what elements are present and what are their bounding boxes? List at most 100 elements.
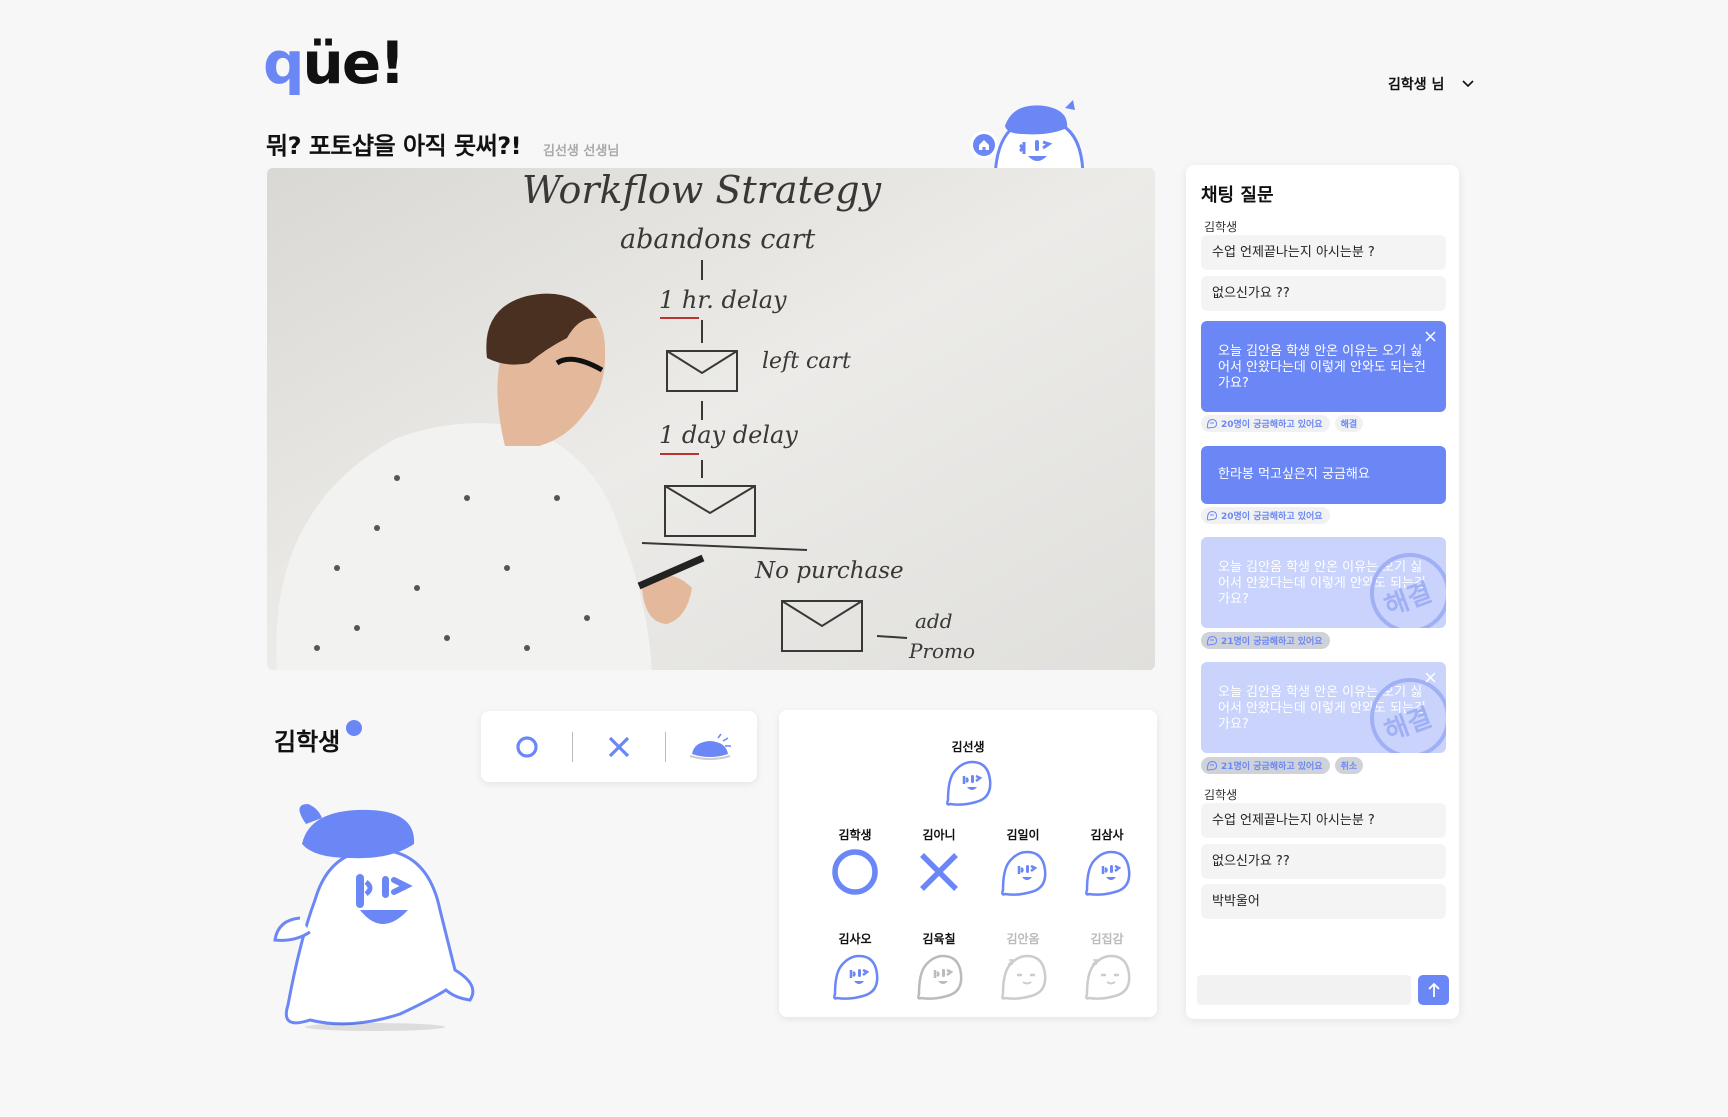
close-icon[interactable] — [1425, 672, 1436, 683]
attendance-grid: 김학생 김아니 김일이 김삼사 김사오 김육칠 김안옴 김집감 — [813, 826, 1149, 1004]
reaction-x-button[interactable] — [573, 711, 664, 782]
stamp-text: 해결 — [1381, 703, 1436, 748]
question-text: 한라봉 먹고싶은지 궁금해요 — [1218, 467, 1370, 482]
question-meta: 20명이 궁금해하고 있어요 — [1201, 507, 1330, 524]
attendance-cell: 김일이 — [981, 826, 1065, 900]
curious-count-label: 21명이 궁금해하고 있어요 — [1221, 762, 1323, 772]
lecture-video[interactable]: Workflow Strategy abandons cart 1 hr. de… — [267, 168, 1155, 670]
face-icon — [833, 954, 879, 1000]
wb-line-1: abandons cart — [620, 224, 815, 255]
attendance-panel: 김선생 김학생 김아니 김일이 김삼사 김사오 김육칠 김안옴 김집감 — [779, 710, 1157, 1017]
chat-message: 없으신가요 ?? — [1201, 276, 1446, 311]
attendance-teacher-name: 김선생 — [951, 740, 985, 754]
send-button[interactable] — [1418, 975, 1449, 1005]
ghost-icon — [1206, 760, 1218, 771]
resolve-button[interactable]: 해결 — [1334, 415, 1364, 432]
sleep-face-icon — [1085, 954, 1131, 1000]
wb-line-7: Promo — [908, 639, 975, 663]
logo-q: q — [263, 29, 305, 97]
wb-title: Workflow Strategy — [522, 168, 882, 212]
mascot-shadow — [305, 1023, 445, 1031]
attendance-cell: 김아니 — [897, 826, 981, 900]
attendance-teacher: 김선생 — [779, 738, 1157, 810]
attendance-name: 김사오 — [838, 932, 872, 946]
chat-message: 수업 언제끝나는지 아시는분 ? — [1201, 803, 1446, 838]
question-card[interactable]: 오늘 김안옴 학생 안온 이유는 오기 싫어서 안왔다는데 이렇게 안와도 되는… — [1201, 321, 1446, 412]
ghost-icon — [1206, 635, 1218, 646]
wb-line-2: 1 hr. delay — [659, 286, 787, 314]
question-text: 오늘 김안옴 학생 안온 이유는 오기 싫어서 안왔다는데 이렇게 안와도 되는… — [1218, 344, 1426, 391]
attendance-cell: 김안옴 — [981, 930, 1065, 1004]
user-menu[interactable]: 김학생 님 — [1388, 74, 1474, 94]
video-frame: Workflow Strategy abandons cart 1 hr. de… — [267, 168, 1155, 670]
chat-sender: 김학생 — [1204, 220, 1238, 234]
wb-line-6: add — [915, 609, 953, 633]
wb-line-5: No purchase — [754, 558, 904, 584]
home-icon — [979, 140, 989, 150]
wb-line-4: 1 day delay — [659, 421, 798, 449]
curious-count-button[interactable]: 21명이 궁금해하고 있어요 — [1201, 632, 1330, 649]
sleep-face-icon — [1001, 954, 1047, 1000]
question-meta: 20명이 궁금해하고 있어요 해결 — [1201, 415, 1364, 432]
resolved-stamp-icon: 해결 — [1370, 553, 1446, 628]
student-name: 김학생 — [274, 720, 363, 757]
attendance-name: 김아니 — [922, 828, 956, 842]
reaction-sleep-button[interactable] — [666, 711, 757, 782]
attendance-name: 김집감 — [1090, 932, 1124, 946]
ghost-icon — [1206, 510, 1218, 521]
circle-icon — [516, 735, 538, 758]
ghost-icon — [1206, 418, 1218, 429]
reaction-o-button[interactable] — [481, 711, 572, 782]
attendance-name: 김학생 — [838, 828, 872, 842]
chat-panel: 채팅 질문 김학생 수업 언제끝나는지 아시는분 ? 없으신가요 ?? 오늘 김… — [1186, 165, 1459, 1019]
user-name: 김학생 님 — [1388, 77, 1445, 93]
curious-count-button[interactable]: 20명이 궁금해하고 있어요 — [1201, 415, 1330, 432]
beret-icon — [690, 733, 732, 760]
face-icon — [946, 760, 992, 806]
curious-count-label: 20명이 궁금해하고 있어요 — [1221, 512, 1323, 522]
reaction-bar — [481, 711, 757, 782]
chevron-down-icon — [1462, 80, 1474, 88]
question-meta: 21명이 궁금해하고 있어요 취소 — [1201, 757, 1364, 774]
face-gray-icon — [917, 954, 963, 1000]
online-status-dot — [346, 720, 363, 736]
stamp-text: 해결 — [1381, 578, 1436, 623]
chat-message: 수업 언제끝나는지 아시는분 ? — [1201, 235, 1446, 270]
app-logo[interactable]: qüe! — [263, 34, 406, 92]
lecture-title: 뭐? 포토샵을 아직 못써?! — [266, 132, 522, 160]
student-name-text: 김학생 — [274, 728, 341, 756]
arrow-up-icon — [1427, 982, 1440, 997]
attendance-cell: 김사오 — [813, 930, 897, 1004]
attendance-cell: 김삼사 — [1065, 826, 1149, 900]
attendance-cell: 김집감 — [1065, 930, 1149, 1004]
curious-count-button[interactable]: 21명이 궁금해하고 있어요 — [1201, 757, 1330, 774]
cross-icon — [608, 736, 630, 757]
resolved-question-card: 오늘 김안옴 학생 안온 이유는 오기 싫어서 안왔다는데 이렇게 안와도 되는… — [1201, 662, 1446, 753]
cross-icon — [920, 853, 958, 891]
chat-input[interactable] — [1197, 975, 1411, 1005]
home-button[interactable] — [970, 131, 998, 159]
resolved-stamp-icon: 해결 — [1370, 678, 1446, 753]
attendance-cell: 김학생 — [813, 826, 897, 900]
logo-rest: üe! — [302, 29, 406, 97]
curious-count-label: 20명이 궁금해하고 있어요 — [1221, 420, 1323, 430]
close-icon[interactable] — [1425, 331, 1436, 342]
chat-title: 채팅 질문 — [1201, 185, 1274, 206]
wb-line-3: left cart — [762, 349, 851, 374]
resolved-question-card: 오늘 김안옴 학생 안온 이유는 오기 싫어서 안왔다는데 이렇게 안와도 되는… — [1201, 537, 1446, 628]
face-icon — [1001, 850, 1047, 896]
attendance-cell: 김육칠 — [897, 930, 981, 1004]
curious-count-button[interactable]: 20명이 궁금해하고 있어요 — [1201, 507, 1330, 524]
question-card[interactable]: 한라봉 먹고싶은지 궁금해요 — [1201, 446, 1446, 504]
curious-count-label: 21명이 궁금해하고 있어요 — [1221, 637, 1323, 647]
question-meta: 21명이 궁금해하고 있어요 — [1201, 632, 1330, 649]
circle-icon — [832, 849, 878, 895]
cancel-button[interactable]: 취소 — [1334, 757, 1364, 774]
mascot-icon — [273, 804, 475, 1026]
chat-message: 없으신가요 ?? — [1201, 844, 1446, 879]
lecture-teacher: 김선생 선생님 — [543, 144, 620, 159]
attendance-name: 김안옴 — [1006, 932, 1040, 946]
attendance-name: 김일이 — [1006, 828, 1040, 842]
attendance-name: 김삼사 — [1090, 828, 1124, 842]
chat-message: 박박울어 — [1201, 884, 1446, 919]
